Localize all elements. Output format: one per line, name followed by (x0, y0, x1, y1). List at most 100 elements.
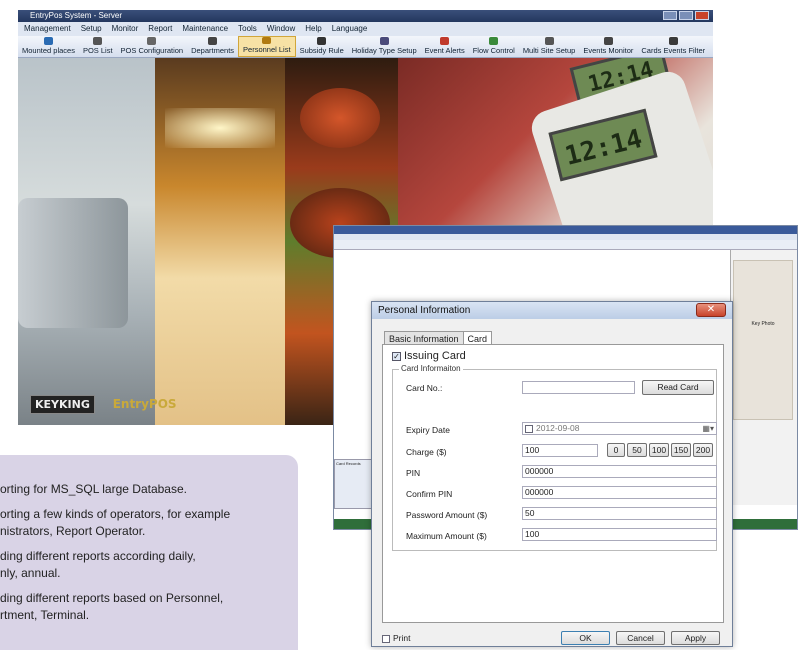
menu-tools[interactable]: Tools (238, 22, 257, 36)
cancel-button[interactable]: Cancel (616, 631, 665, 645)
toolbar-personnel-list-button[interactable]: Personnel List (238, 36, 296, 57)
card-no-field[interactable] (522, 381, 635, 394)
toolbar-event-alerts-button[interactable]: Event Alerts (421, 36, 469, 57)
menu-setup[interactable]: Setup (81, 22, 102, 36)
flow-icon (489, 37, 499, 45)
toolbar-holiday-type-setup-button[interactable]: Holiday Type Setup (348, 36, 421, 57)
secondary-right-panel: Key Photo (730, 250, 797, 505)
toolbar-subsidy-rule-button[interactable]: Subsidy Rule (296, 36, 348, 57)
menu-report[interactable]: Report (148, 22, 172, 36)
maximize-button[interactable] (679, 11, 693, 20)
toolbar-events-monitor-button[interactable]: Events Monitor (579, 36, 637, 57)
calendar-icon (379, 37, 389, 45)
monitor-icon (603, 37, 613, 45)
toolbar-pos-list-button[interactable]: POS List (79, 36, 117, 57)
close-button[interactable] (695, 11, 709, 20)
menu-language[interactable]: Language (332, 22, 368, 36)
feature-list: orting for MS_SQL large Database. orting… (0, 455, 298, 650)
quick-amount-0-button[interactable]: 0 (607, 443, 625, 457)
print-label: Print (393, 633, 411, 643)
entrypos-logo: EntryPOS (112, 397, 177, 411)
charge-field[interactable]: 100 (522, 444, 598, 457)
secondary-toolbar (334, 240, 797, 250)
checkmark-icon: ✓ (392, 352, 401, 361)
window-title: EntryPos System - Server (30, 11, 123, 20)
pin-field[interactable]: 000000 (522, 465, 717, 478)
card-no-label: Card No.: (406, 383, 443, 393)
people-icon (262, 37, 272, 44)
maximum-amount-field[interactable]: 100 (522, 528, 717, 541)
banquet-hall-photo (155, 58, 285, 425)
tree-icon (43, 37, 53, 45)
quick-amount-200-button[interactable]: 200 (693, 443, 713, 457)
title-bar: EntryPos System - Server (18, 10, 713, 22)
alert-icon (440, 37, 450, 45)
confirm-pin-field[interactable]: 000000 (522, 486, 717, 499)
quick-amount-100-button[interactable]: 100 (649, 443, 669, 457)
menu-window[interactable]: Window (267, 22, 295, 36)
rule-icon (317, 37, 327, 45)
card-panel: ✓ Issuing Card Card Informaiton Card No.:… (382, 344, 724, 623)
dialog-title: Personal Information (372, 302, 732, 319)
dialog-close-button[interactable]: ✕ (696, 303, 726, 317)
toolbar-label: Holiday Type Setup (351, 46, 417, 55)
expiry-date-field[interactable]: 2012-09-08 ▦▾ (522, 422, 717, 435)
toolbar-label: Event Alerts (424, 46, 465, 55)
expiry-date-value: 2012-09-08 (536, 423, 580, 433)
doc-icon (208, 37, 218, 45)
expiry-checkbox[interactable] (525, 424, 533, 433)
toolbar-label: Multi Site Setup (522, 46, 576, 55)
personal-info-dialog: Personal Information ✕ Basic Information… (371, 301, 733, 647)
toolbar-label: Personnel List (243, 45, 291, 54)
read-card-button[interactable]: Read Card (642, 380, 714, 395)
toolbar-pos-configuration-button[interactable]: POS Configuration (117, 36, 188, 57)
turnstile-photo (18, 58, 155, 425)
issuing-card-checkbox[interactable]: ✓ Issuing Card (392, 350, 466, 362)
photo-placeholder: Key Photo (733, 260, 793, 420)
quick-amount-50-button[interactable]: 50 (627, 443, 647, 457)
expiry-date-label: Expiry Date (406, 425, 450, 435)
brand-logo: KEYKING EntryPOS (30, 395, 177, 414)
list-icon (93, 37, 103, 45)
secondary-title-bar (334, 226, 797, 234)
toolbar-cards-events-filter-button[interactable]: Cards Events Filter (637, 36, 709, 57)
toolbar: Mounted places POS List POS Configuration D… (18, 36, 713, 58)
pin-label: PIN (406, 468, 421, 478)
toolbar-label: Mounted places (22, 46, 75, 55)
menu-maintenance[interactable]: Maintenance (182, 22, 228, 36)
feature-item: ding different reports based on Personne… (0, 591, 224, 622)
issuing-card-label: Issuing Card (404, 350, 466, 362)
maximum-amount-label: Maximum Amount ($) (406, 531, 487, 541)
toolbar-label: Departments (191, 46, 235, 55)
apply-button[interactable]: Apply (671, 631, 720, 645)
print-checkbox[interactable]: Print (382, 633, 410, 643)
toolbar-label: Subsidy Rule (299, 46, 344, 55)
toolbar-departments-button[interactable]: Departments (187, 36, 238, 57)
password-amount-label: Password Amount ($) (406, 510, 488, 520)
photo-label: Key Photo (751, 321, 775, 327)
feature-item: orting for MS_SQL large Database. (0, 482, 187, 496)
menu-management[interactable]: Management (24, 22, 71, 36)
minimize-button[interactable] (663, 11, 677, 20)
group-label: Card Informaiton (399, 364, 463, 373)
toolbar-mounted-places-button[interactable]: Mounted places (18, 36, 79, 57)
toolbar-label: Flow Control (472, 46, 515, 55)
toolbar-flow-control-button[interactable]: Flow Control (469, 36, 519, 57)
card-info-group: Card Informaiton Card No.: Read Card Exp… (392, 364, 717, 551)
records-tab: Card Records (336, 461, 361, 466)
print-checkbox-box (382, 634, 390, 643)
calendar-dropdown-icon[interactable]: ▦▾ (702, 423, 714, 434)
password-amount-field[interactable]: 50 (522, 507, 717, 520)
feature-item: ding different reports according daily, … (0, 549, 196, 580)
quick-amount-150-button[interactable]: 150 (671, 443, 691, 457)
toolbar-label: POS List (82, 46, 113, 55)
toolbar-multi-site-setup-button[interactable]: Multi Site Setup (519, 36, 580, 57)
filter-icon (668, 37, 678, 45)
toolbar-label: Cards Events Filter (641, 46, 706, 55)
keyking-logo: KEYKING (30, 395, 95, 414)
ok-button[interactable]: OK (561, 631, 610, 645)
charge-label: Charge ($) (406, 447, 447, 457)
menu-monitor[interactable]: Monitor (112, 22, 139, 36)
menu-help[interactable]: Help (305, 22, 321, 36)
sites-icon (544, 37, 554, 45)
